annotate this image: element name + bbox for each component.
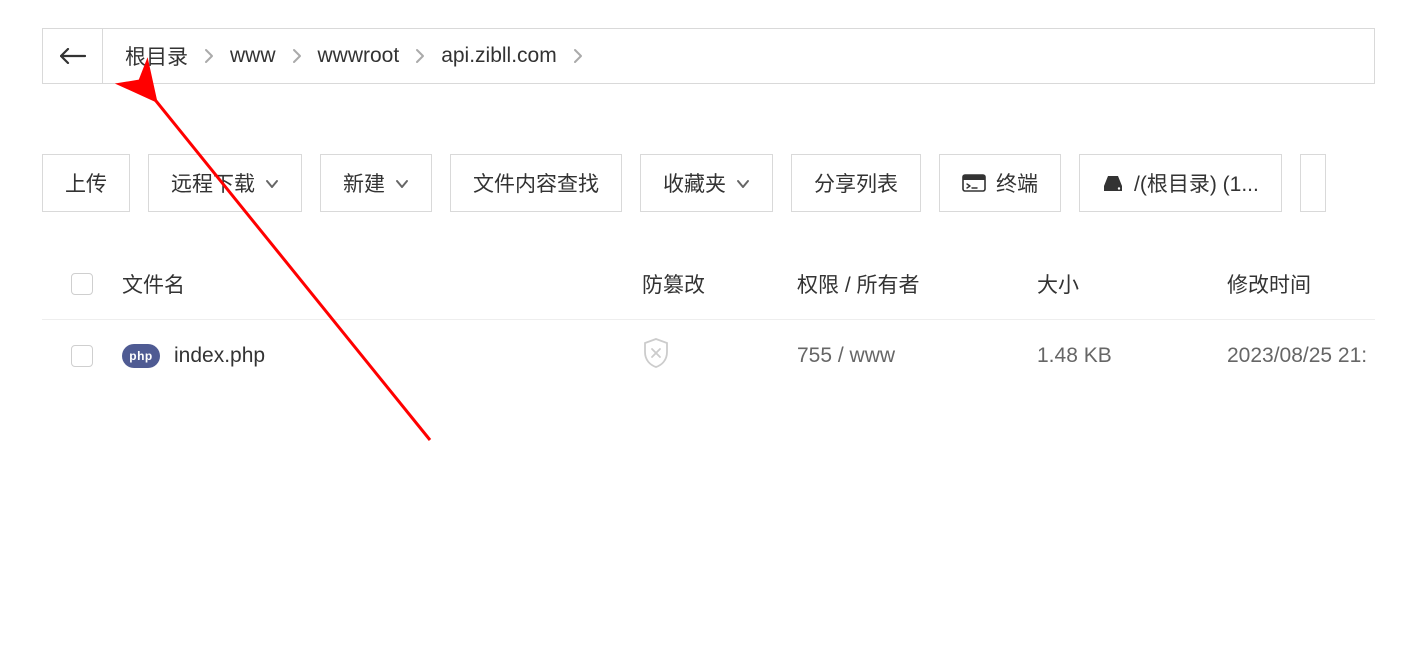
remote-download-button[interactable]: 远程下载 [148,154,302,212]
file-mtime: 2023/08/25 21: [1227,344,1375,368]
chevron-down-icon [265,171,279,195]
table-row[interactable]: php index.php 755 / www 1.48 KB 2023/08/… [42,320,1375,392]
disk-icon [1102,173,1124,193]
breadcrumb-item-root[interactable]: 根目录 [111,29,202,83]
button-label: 新建 [343,168,385,198]
header-tamper[interactable]: 防篡改 [642,269,797,299]
button-label: /(根目录) (1... [1134,168,1259,198]
more-button[interactable] [1300,154,1326,212]
breadcrumb-item-domain[interactable]: api.zibll.com [427,29,571,83]
shield-icon[interactable] [642,337,670,375]
header-mtime[interactable]: 修改时间 [1227,269,1375,299]
chevron-down-icon [736,171,750,195]
favorites-button[interactable]: 收藏夹 [640,154,773,212]
file-permission: 755 / www [797,344,1037,368]
header-name[interactable]: 文件名 [122,269,642,299]
file-name: index.php [174,344,265,368]
file-table: 文件名 防篡改 权限 / 所有者 大小 修改时间 php index.php 7… [42,248,1375,392]
upload-button[interactable]: 上传 [42,154,130,212]
breadcrumb: 根目录 www wwwroot api.zibll.com [103,29,593,83]
table-header: 文件名 防篡改 权限 / 所有者 大小 修改时间 [42,248,1375,320]
button-label: 分享列表 [814,168,898,198]
terminal-icon [962,174,986,192]
disk-path-button[interactable]: /(根目录) (1... [1079,154,1282,212]
chevron-right-icon [202,48,216,64]
header-size[interactable]: 大小 [1037,269,1227,299]
share-list-button[interactable]: 分享列表 [791,154,921,212]
file-size: 1.48 KB [1037,344,1227,368]
toolbar: 上传 远程下载 新建 文件内容查找 收藏夹 分享列表 终端 [42,154,1375,212]
terminal-button[interactable]: 终端 [939,154,1061,212]
button-label: 文件内容查找 [473,168,599,198]
content-search-button[interactable]: 文件内容查找 [450,154,622,212]
back-button[interactable] [43,29,103,83]
breadcrumb-bar: 根目录 www wwwroot api.zibll.com [42,28,1375,84]
breadcrumb-item-wwwroot[interactable]: wwwroot [304,29,414,83]
select-all-checkbox[interactable] [71,273,93,295]
chevron-right-icon [290,48,304,64]
breadcrumb-item-www[interactable]: www [216,29,290,83]
button-label: 上传 [65,168,107,198]
chevron-right-icon [413,48,427,64]
button-label: 远程下载 [171,168,255,198]
arrow-left-icon [60,48,86,64]
php-icon: php [122,344,160,368]
button-label: 收藏夹 [663,168,726,198]
button-label: 终端 [996,168,1038,198]
new-button[interactable]: 新建 [320,154,432,212]
header-permission[interactable]: 权限 / 所有者 [797,269,1037,299]
row-checkbox[interactable] [71,345,93,367]
chevron-down-icon [395,171,409,195]
chevron-right-icon [571,48,585,64]
